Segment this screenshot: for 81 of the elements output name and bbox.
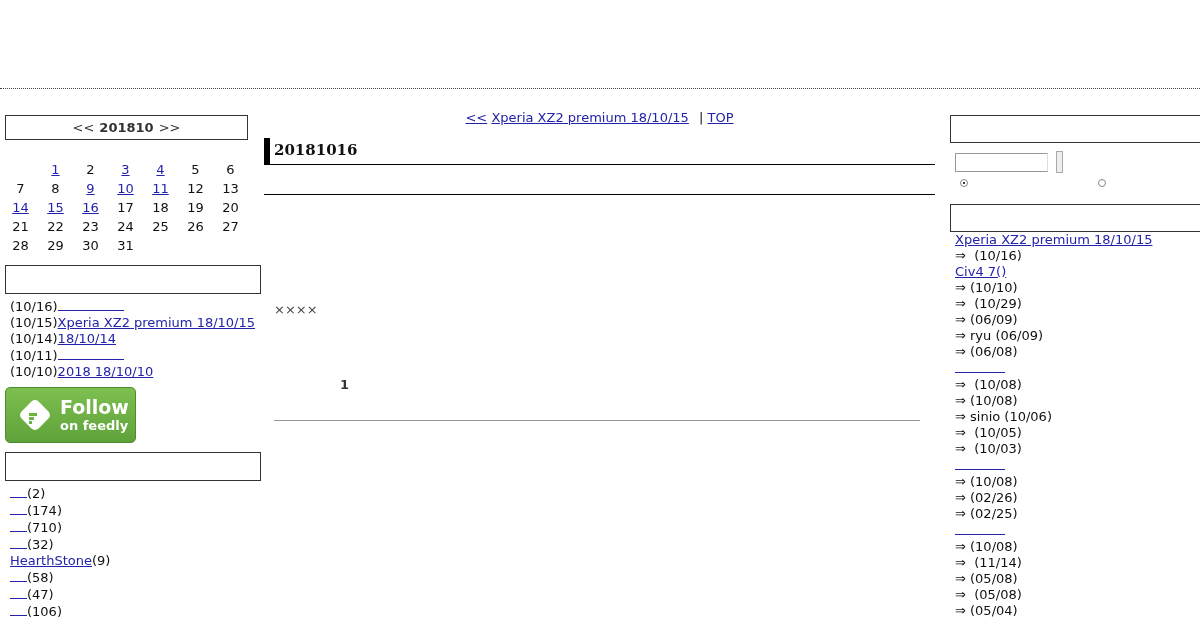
comment-item: ⇒ (02/25) [955, 506, 1018, 521]
post-date: (10/11) [10, 348, 58, 363]
post-date: (10/14) [10, 331, 58, 346]
calendar-day: 19 [187, 198, 204, 217]
comment-item: ⇒ (10/08) [955, 393, 1018, 408]
comment-item: ⇒ (10/08) [955, 377, 1022, 392]
comment-item: ⇒ (10/08) [955, 539, 1018, 554]
calendar-day-link[interactable]: 10 [117, 179, 134, 198]
calendar-day-link[interactable]: 15 [47, 198, 64, 217]
comment-item: ⇒ (06/08) [955, 344, 1018, 359]
post-link[interactable]: 18/10/14 [57, 331, 122, 346]
calendar-day-link[interactable]: 14 [12, 198, 29, 217]
calendar-day: 5 [191, 160, 200, 179]
calendar-day: 24 [117, 217, 134, 236]
comment-item: ⇒ (02/26) [955, 490, 1018, 505]
post-date: (10/10) [10, 364, 58, 379]
prev-link[interactable]: << [465, 110, 488, 125]
calendar-day-link[interactable]: 11 [152, 179, 169, 198]
calendar-day-link[interactable]: 3 [121, 160, 130, 179]
entry-link[interactable]: Xperia XZ2 premium 18/10/15 [955, 232, 1159, 247]
entry-link[interactable]: Civ4 7() [955, 264, 1013, 279]
calendar-day: 21 [12, 217, 29, 236]
next-month-link[interactable]: >> [158, 120, 181, 135]
comment-item: ⇒ ryu (06/09) [955, 328, 1044, 343]
comment-item: ⇒ (06/09) [955, 312, 1018, 327]
calendar-day-link[interactable]: 9 [86, 179, 95, 198]
category-count: (32) [27, 537, 54, 552]
calendar-day: 12 [187, 179, 204, 198]
comment-item: ⇒ (11/14) [955, 555, 1022, 570]
calendar-day: 2 [86, 160, 95, 179]
category-count: (47) [27, 587, 54, 602]
search-field[interactable] [955, 152, 1048, 172]
calendar-day: 6 [226, 160, 235, 179]
calendar-day: 13 [222, 179, 239, 198]
comment-item: ⇒ (05/08) [955, 587, 1022, 602]
entry-date: 20181016 [264, 138, 935, 165]
calendar-day-link[interactable]: 4 [156, 160, 165, 179]
month-title: 201810 [99, 120, 154, 135]
prev-month-link[interactable]: << [72, 120, 95, 135]
comment-item: ⇒ (10/03) [955, 441, 1022, 456]
separator: | [699, 110, 704, 125]
search-button[interactable] [1056, 151, 1063, 173]
comment-item: ⇒ (10/08) [955, 474, 1018, 489]
calendar-day: 23 [82, 217, 99, 236]
post-link[interactable]: 2018 18/10/10 [57, 364, 160, 379]
comment-item: ⇒ (05/08) [955, 571, 1018, 586]
page-number: 1 [340, 377, 351, 392]
marks-text: ×××× [274, 302, 319, 317]
calendar-day-link[interactable]: 1 [51, 160, 60, 179]
calendar-day: 31 [117, 236, 134, 255]
comment-item: ⇒ sinio (10/06) [955, 409, 1052, 424]
calendar-day: 30 [82, 236, 99, 255]
post-link[interactable]: Xperia XZ2 premium 18/10/15 [57, 315, 262, 330]
calendar-day: 17 [117, 198, 134, 217]
comment-item: ⇒ (10/16) [955, 248, 1022, 263]
calendar-day: 29 [47, 236, 64, 255]
calendar-day: 20 [222, 198, 239, 217]
category-count: (710) [27, 520, 62, 535]
comment-item: ⇒ (10/29) [955, 296, 1022, 311]
prev-entry-link[interactable]: Xperia XZ2 premium 18/10/15 [491, 110, 695, 125]
calendar-day: 28 [12, 236, 29, 255]
post-date: (10/15) [10, 315, 58, 330]
calendar-day: 18 [152, 198, 169, 217]
category-count: (106) [27, 604, 62, 619]
calendar-day: 8 [51, 179, 60, 198]
comment-item: ⇒ (05/04) [955, 603, 1018, 618]
calendar-day: 7 [16, 179, 25, 198]
calendar-day: 26 [187, 217, 204, 236]
calendar-day: 22 [47, 217, 64, 236]
category-count: (58) [27, 570, 54, 585]
category-count: (9) [91, 553, 111, 568]
category-count: (174) [27, 503, 62, 518]
calendar-day: 25 [152, 217, 169, 236]
post-date: (10/16) [10, 299, 58, 314]
calendar-day: 27 [222, 217, 239, 236]
calendar-day-link[interactable]: 16 [82, 198, 99, 217]
category-link[interactable]: HearthStone [10, 553, 92, 568]
comment-item: ⇒ (10/10) [955, 280, 1018, 295]
comment-item: ⇒ (10/05) [955, 425, 1022, 440]
category-count: (2) [27, 486, 46, 501]
top-link[interactable]: TOP [707, 110, 734, 125]
